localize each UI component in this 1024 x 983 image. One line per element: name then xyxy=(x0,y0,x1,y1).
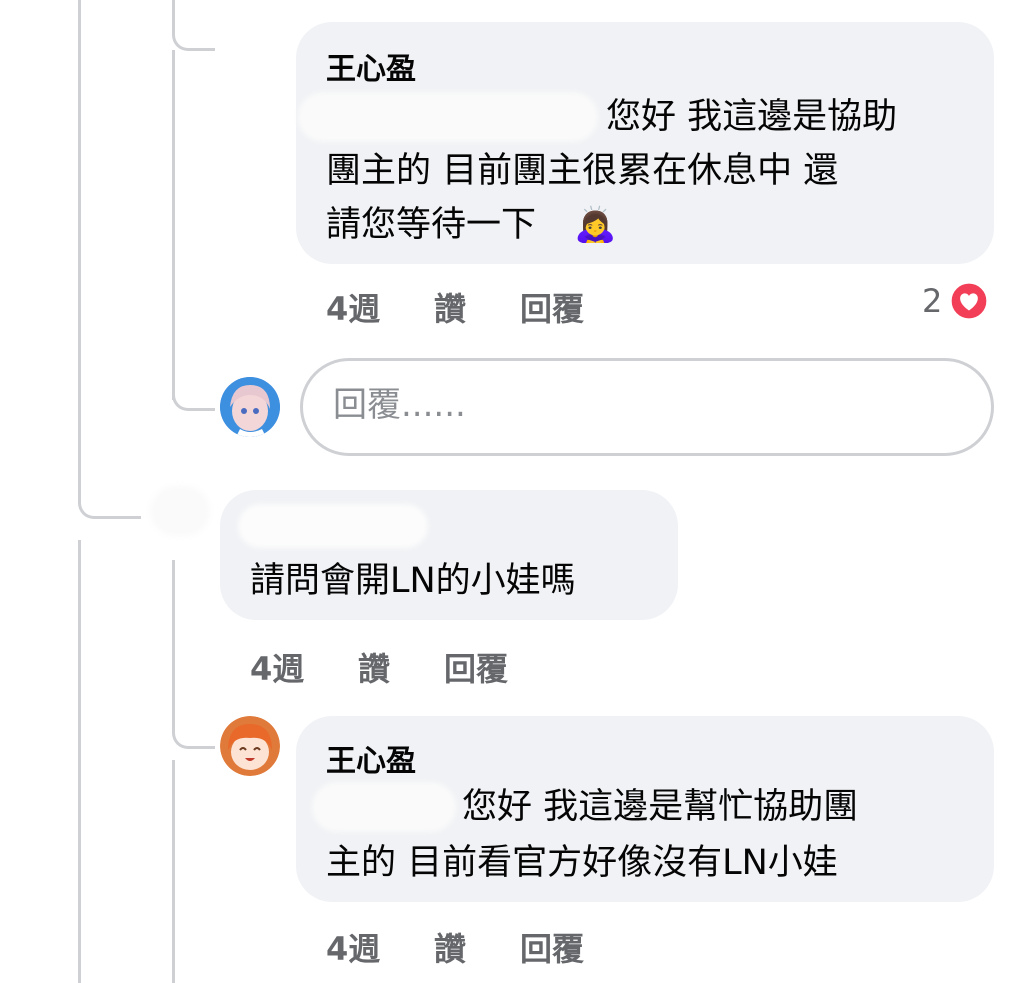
comment-time[interactable]: 4週 xyxy=(326,924,380,970)
reply-input[interactable] xyxy=(331,377,935,433)
like-button[interactable]: 讚 xyxy=(434,924,466,970)
comment-text-line: 請您等待一下 xyxy=(326,205,537,245)
redacted-author xyxy=(238,504,428,548)
reaction-summary[interactable]: 2 xyxy=(922,282,988,320)
comment-text-line: 主的 目前看官方好像沒有LN小娃 xyxy=(326,843,838,883)
avatar-smiling-girl-icon xyxy=(220,716,280,776)
reply-button[interactable]: 回覆 xyxy=(520,924,584,970)
comment-time[interactable]: 4週 xyxy=(326,284,380,330)
comment-text-line: 您好 我這邊是協助 xyxy=(606,97,898,137)
reply-button[interactable]: 回覆 xyxy=(444,644,508,690)
author-avatar[interactable] xyxy=(220,716,280,776)
heart-icon xyxy=(950,282,988,320)
bowing-emoji-icon: 🙇‍♀️ xyxy=(574,205,617,245)
avatar-anime-icon xyxy=(220,377,280,437)
thread-line-outer-lower xyxy=(78,540,81,983)
comment-text-line: 團主的 目前團主很累在休息中 還 xyxy=(326,151,839,191)
comment-text-line: 請問會開LN的小娃嗎 xyxy=(250,561,576,601)
like-button[interactable]: 讚 xyxy=(434,284,466,330)
comment-author[interactable]: 王心盈 xyxy=(326,736,416,780)
thread-line-inner-3 xyxy=(172,560,175,710)
thread-connector-outer xyxy=(78,470,141,519)
thread-connector-1 xyxy=(172,10,215,51)
redacted-avatar xyxy=(150,486,210,536)
reaction-count: 2 xyxy=(922,282,943,320)
redacted-mention xyxy=(312,782,456,832)
reply-button[interactable]: 回覆 xyxy=(520,284,584,330)
comment-time[interactable]: 4週 xyxy=(250,644,304,690)
comment-author[interactable]: 王心盈 xyxy=(326,44,416,88)
thread-connector-3 xyxy=(172,700,215,749)
current-user-avatar[interactable] xyxy=(220,377,280,437)
thread-line-outer xyxy=(78,0,81,500)
redacted-mention xyxy=(298,92,598,142)
thread-connector-2 xyxy=(172,370,215,411)
reply-input-box[interactable] xyxy=(300,358,994,456)
thread-line-inner-2 xyxy=(172,50,175,400)
thread-line-inner-4 xyxy=(172,760,175,983)
like-button[interactable]: 讚 xyxy=(358,644,390,690)
comment-text-line: 您好 我這邊是幫忙協助團 xyxy=(462,787,859,827)
